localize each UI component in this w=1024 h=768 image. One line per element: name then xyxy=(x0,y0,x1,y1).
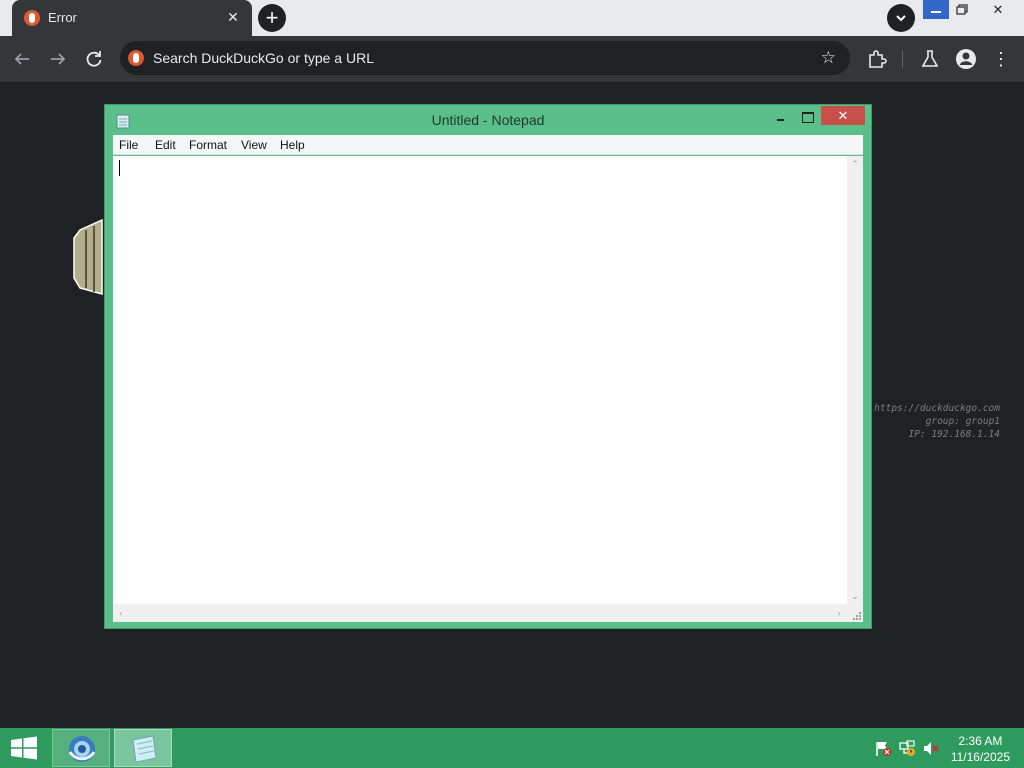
restore-icon xyxy=(956,4,968,15)
taskbar: 2:36 AM 11/16/2025 xyxy=(0,728,1024,768)
arrow-right-icon xyxy=(51,53,66,65)
site-info-text: https://duckduckgo.com group: group1 IP:… xyxy=(874,402,1000,441)
windows-logo-icon xyxy=(11,736,37,760)
notepad-window[interactable]: Untitled - Notepad ✕ File Edit Format Vi… xyxy=(104,104,872,629)
notepad-close-button[interactable]: ✕ xyxy=(821,106,865,125)
scroll-right-icon[interactable]: › xyxy=(831,604,847,622)
menu-help[interactable]: Help xyxy=(280,138,305,152)
network-icon[interactable] xyxy=(898,740,916,757)
more-menu-icon[interactable]: ⋮ xyxy=(990,48,1012,70)
menu-file[interactable]: File xyxy=(119,138,138,152)
action-center-flag-icon[interactable] xyxy=(874,740,892,757)
reload-icon xyxy=(86,51,102,67)
address-bar-placeholder[interactable]: Search DuckDuckGo or type a URL xyxy=(153,50,374,66)
forward-button[interactable] xyxy=(46,47,70,71)
back-button[interactable] xyxy=(10,47,34,71)
profile-avatar-icon[interactable] xyxy=(955,48,977,70)
taskbar-browser-app[interactable] xyxy=(52,729,110,767)
horizontal-scrollbar[interactable]: ‹ › xyxy=(113,604,847,622)
browser-toolbar: Search DuckDuckGo or type a URL ☆ ⋮ xyxy=(0,36,1024,82)
browser-tab[interactable]: Error ✕ xyxy=(12,0,252,36)
labs-flask-icon[interactable] xyxy=(919,48,941,70)
site-group-text: group: group1 xyxy=(925,416,1000,427)
start-button[interactable] xyxy=(0,728,48,768)
notepad-text-area[interactable]: ⌃ ⌄ ‹ › xyxy=(113,156,863,622)
address-bar[interactable]: Search DuckDuckGo or type a URL ☆ xyxy=(120,41,850,75)
tab-close-icon[interactable]: ✕ xyxy=(224,8,242,26)
notepad-taskbar-icon xyxy=(132,735,157,763)
window-restore-button[interactable] xyxy=(953,1,971,19)
arrow-left-icon xyxy=(14,53,29,65)
window-minimize-button[interactable] xyxy=(923,0,949,19)
taskbar-notepad-app[interactable] xyxy=(114,729,172,767)
scroll-up-icon[interactable]: ⌃ xyxy=(847,156,863,172)
notepad-maximize-button[interactable] xyxy=(795,108,819,126)
reload-button[interactable] xyxy=(82,47,106,71)
bookmark-star-icon[interactable]: ☆ xyxy=(821,48,836,68)
resize-grip-icon[interactable] xyxy=(847,604,863,622)
menu-edit[interactable]: Edit xyxy=(155,138,176,152)
extensions-icon[interactable] xyxy=(866,48,888,70)
vertical-scrollbar[interactable]: ⌃ ⌄ xyxy=(847,156,863,604)
duckduckgo-search-icon xyxy=(128,50,144,66)
scroll-down-icon[interactable]: ⌄ xyxy=(847,588,863,604)
notepad-minimize-button[interactable] xyxy=(769,108,793,126)
notepad-title: Untitled - Notepad xyxy=(431,112,545,128)
menu-format[interactable]: Format xyxy=(189,138,227,152)
chevron-down-icon xyxy=(896,15,906,22)
system-clock[interactable]: 2:36 AM 11/16/2025 xyxy=(951,733,1010,765)
toolbar-divider xyxy=(902,50,903,68)
new-tab-button[interactable]: + xyxy=(258,4,286,32)
window-close-button[interactable]: ✕ xyxy=(975,0,1021,19)
duckduckgo-favicon-icon xyxy=(24,10,40,26)
browser-app-icon xyxy=(68,736,96,762)
site-ip-text: IP: 192.168.1.14 xyxy=(908,429,1000,440)
tab-title: Error xyxy=(48,10,77,25)
scroll-left-icon[interactable]: ‹ xyxy=(113,604,129,622)
text-caret xyxy=(119,160,120,176)
site-url-text: https://duckduckgo.com xyxy=(874,403,1000,414)
notepad-menubar: File Edit Format View Help xyxy=(113,135,863,155)
menu-view[interactable]: View xyxy=(241,138,267,152)
tab-search-button[interactable] xyxy=(887,4,915,32)
clock-date: 11/16/2025 xyxy=(950,750,1010,764)
browser-tab-strip: Error ✕ + ✕ xyxy=(0,0,1024,36)
volume-muted-icon[interactable] xyxy=(922,740,940,757)
offline-illustration-icon xyxy=(73,218,103,295)
clock-time: 2:36 AM xyxy=(958,734,1003,748)
